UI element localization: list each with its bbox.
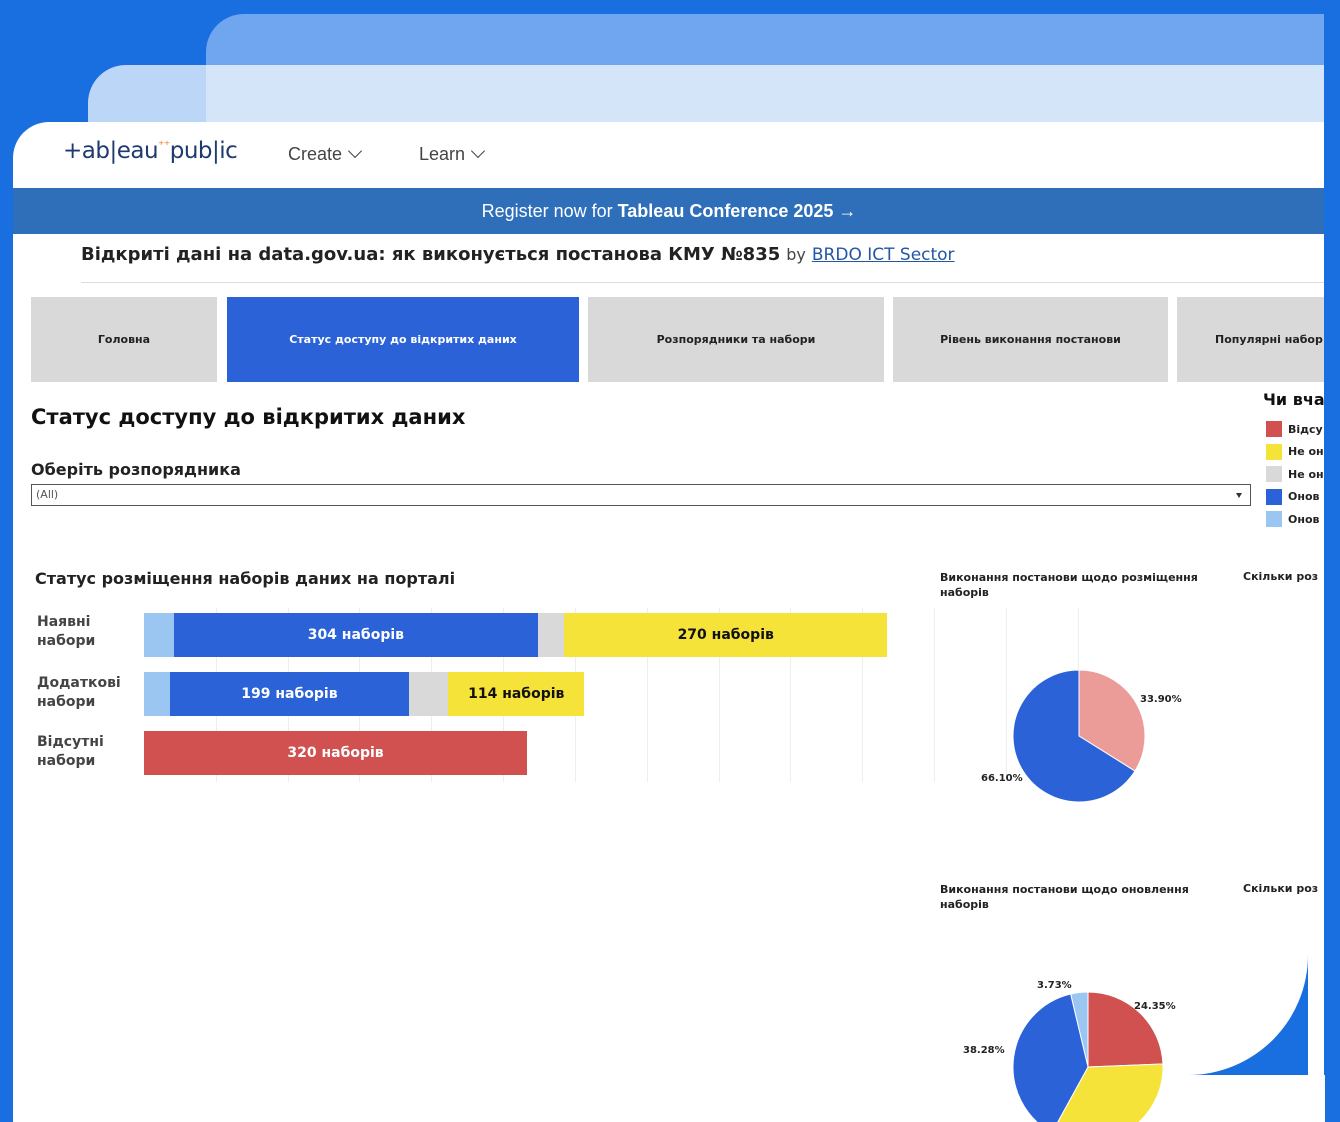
bar-segment[interactable]: 304 наборів <box>173 613 538 657</box>
pie2-label-blue: 38.28% <box>963 1045 1005 1056</box>
bar-segment[interactable]: 114 наборів <box>448 672 585 716</box>
select-value: (All) <box>36 488 59 501</box>
right-edge <box>1324 0 1340 1075</box>
stacked-bar-chart: 304 наборів 270 наборів 199 наборів 114 наб… <box>144 608 1079 782</box>
bar-segment[interactable]: 320 наборів <box>144 731 528 775</box>
nav-create-menu[interactable]: Create <box>288 143 363 165</box>
sparkle-icon: ⁺⁺ <box>158 138 170 152</box>
viz-title-text: Відкриті дані на data.gov.ua: як виконує… <box>81 244 781 265</box>
legend-item[interactable]: Онов <box>1266 508 1324 531</box>
tab-execution-level[interactable]: Рівень виконання постанови <box>893 297 1168 382</box>
gridline <box>1005 608 1007 782</box>
legend-swatch <box>1266 443 1282 460</box>
pie1-title: Виконання постанови щодо розміщення набо… <box>940 571 1198 599</box>
legend: Відсу Не он Не он Онов Онов <box>1266 418 1324 531</box>
legend-item[interactable]: Не он <box>1266 441 1324 464</box>
legend-swatch <box>1266 488 1282 505</box>
row-label-existing: Наявні набори <box>37 614 96 649</box>
tableau-public-logo[interactable]: +ab|eau⁺⁺pub|ic <box>63 138 238 164</box>
filter-label: Оберіть розпорядника <box>31 460 241 479</box>
gridline <box>934 608 935 782</box>
pie-chart-placement <box>1013 670 1146 803</box>
bar-segment[interactable] <box>537 613 565 657</box>
card-corner <box>1184 935 1324 1075</box>
page-heading: Статус доступу до відкритих даних <box>31 405 466 429</box>
nav-learn-menu[interactable]: Learn <box>419 143 486 165</box>
pie1-label-blue: 66.10% <box>981 773 1023 784</box>
pie2-label-lightblue: 3.73% <box>1037 980 1072 991</box>
bar-segment[interactable] <box>144 613 174 657</box>
bar-segment[interactable]: 270 наборів <box>564 613 888 657</box>
row-label-additional: Додаткові набори <box>37 675 121 710</box>
bar-segment[interactable]: 199 наборів <box>170 672 409 716</box>
legend-swatch <box>1266 511 1282 528</box>
divider <box>81 282 1325 283</box>
pie2-title: Виконання постанови щодо оновлення набор… <box>940 883 1189 911</box>
bar-segment[interactable] <box>144 672 171 716</box>
legend-title: Чи вча <box>1263 390 1325 409</box>
pie1-side-title: Скільки роз <box>1243 570 1319 583</box>
browser-card: +ab|eau⁺⁺pub|ic Create Learn Register no… <box>13 122 1325 1122</box>
tab-managers-sets[interactable]: Розпорядники та набори <box>588 297 884 382</box>
pie2-side-title: Скільки роз <box>1243 882 1319 895</box>
tab-access-status[interactable]: Статус доступу до відкритих даних <box>227 297 579 382</box>
tab-popular-sets[interactable]: Популярні набор <box>1177 297 1325 382</box>
banner-text: Register now for <box>481 200 613 221</box>
viz-title: Відкриті дані на data.gov.ua: як виконує… <box>81 244 955 265</box>
chevron-down-icon <box>470 143 486 159</box>
dropdown-arrow-icon <box>1236 493 1242 498</box>
manager-select[interactable]: (All) <box>31 484 1251 506</box>
legend-item[interactable]: Онов <box>1266 486 1324 509</box>
bar-chart-title: Статус розміщення наборів даних на порта… <box>35 569 456 588</box>
top-nav: +ab|eau⁺⁺pub|ic Create Learn <box>13 122 1325 188</box>
banner-link[interactable]: Tableau Conference 2025 → <box>618 201 857 222</box>
viz-by: by <box>786 245 806 264</box>
pie2-label-red: 24.35% <box>1134 1001 1176 1012</box>
pie1-label-pink: 33.90% <box>1140 694 1182 705</box>
legend-swatch <box>1266 466 1282 483</box>
legend-item[interactable]: Не он <box>1266 463 1324 486</box>
row-label-missing: Відсутні набори <box>37 734 104 769</box>
bar-segment[interactable] <box>408 672 449 716</box>
legend-swatch <box>1266 421 1282 438</box>
conference-banner[interactable]: Register now for Tableau Conference 2025… <box>13 188 1325 234</box>
legend-item[interactable]: Відсу <box>1266 418 1324 441</box>
chevron-down-icon <box>347 143 363 159</box>
tab-home[interactable]: Головна <box>31 297 217 382</box>
author-link[interactable]: BRDO ICT Sector <box>812 245 955 265</box>
